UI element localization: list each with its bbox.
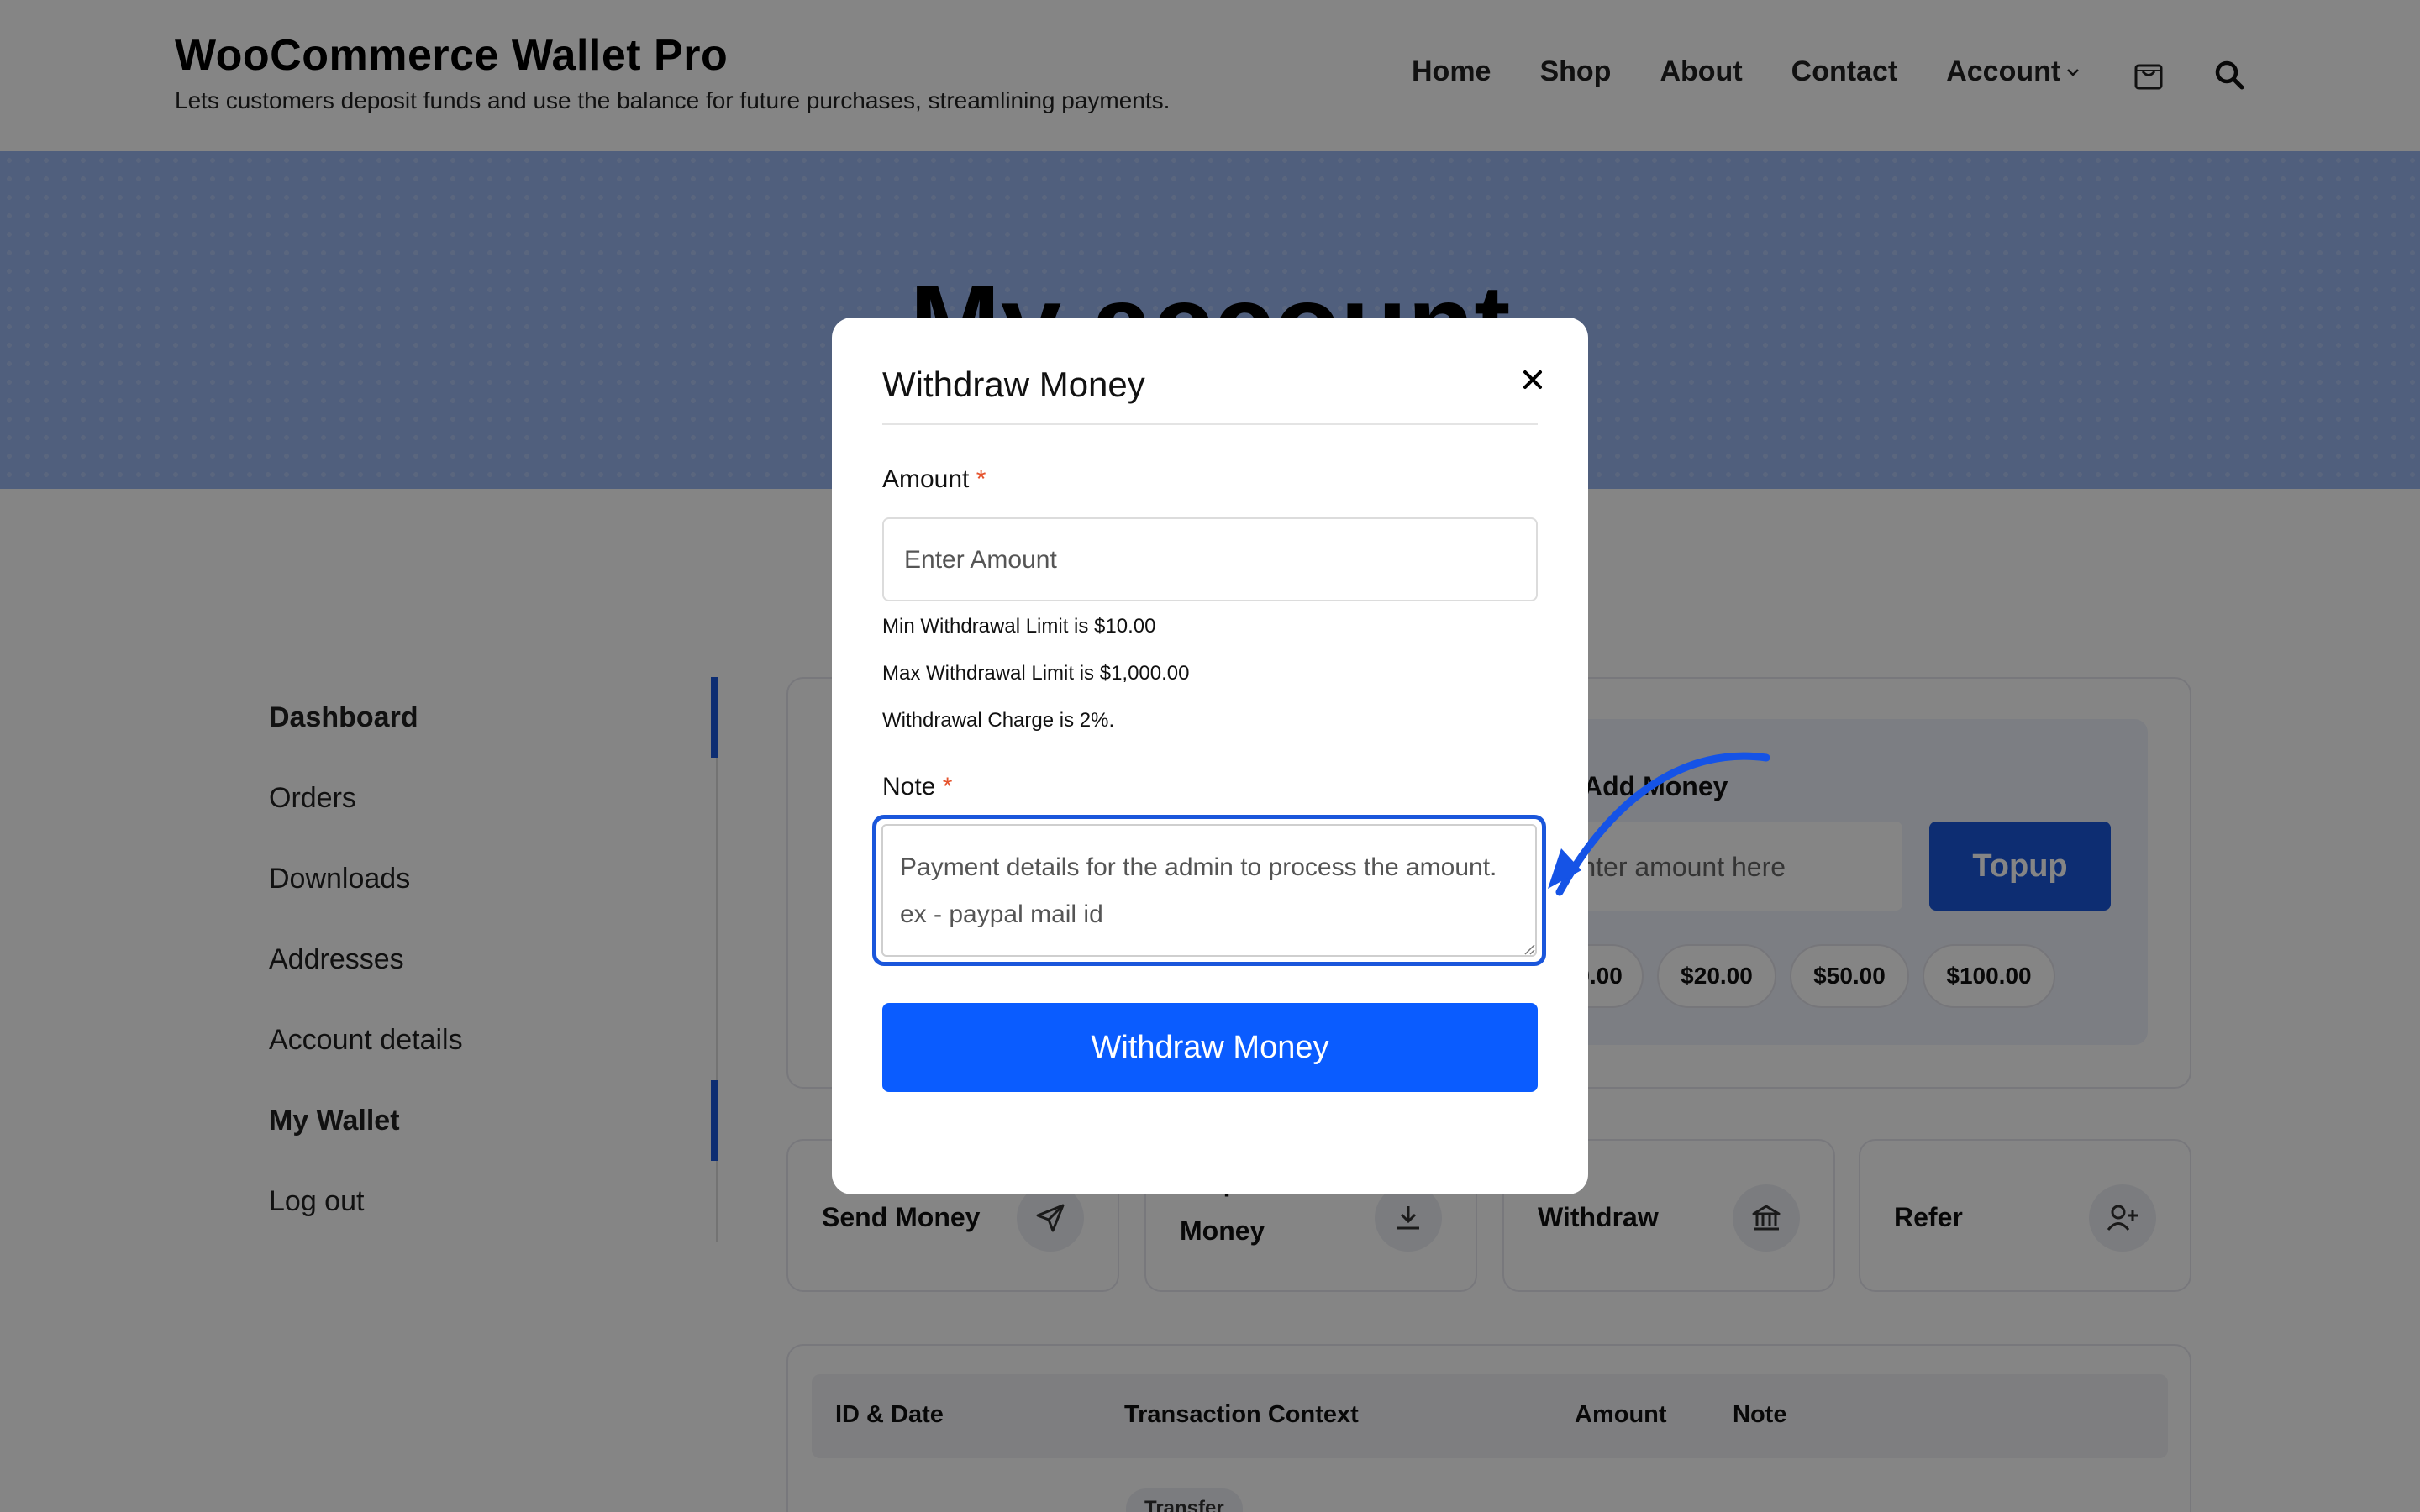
resize-handle-icon[interactable] [1522, 942, 1535, 955]
note-focus-ring: Payment details for the admin to process… [872, 815, 1546, 966]
min-limit-text: Min Withdrawal Limit is $10.00 [882, 615, 1156, 638]
charge-text: Withdrawal Charge is 2%. [882, 709, 1115, 732]
withdraw-money-button[interactable]: Withdraw Money [882, 1003, 1538, 1092]
withdraw-modal: Withdraw Money Amount * Enter Amount Min… [832, 318, 1588, 1194]
required-mark: * [942, 773, 953, 801]
amount-input[interactable]: Enter Amount [882, 517, 1538, 601]
amount-label-text: Amount [882, 465, 970, 493]
required-mark: * [976, 465, 986, 493]
note-label: Note * [882, 773, 952, 801]
note-label-text: Note [882, 773, 936, 801]
page: WooCommerce Wallet Pro Lets customers de… [0, 0, 2420, 1512]
max-limit-text: Max Withdrawal Limit is $1,000.00 [882, 662, 1190, 685]
close-icon[interactable] [1514, 361, 1551, 398]
modal-title: Withdraw Money [882, 365, 1145, 404]
note-textarea[interactable]: Payment details for the admin to process… [881, 824, 1537, 957]
callout-arrow-icon [1548, 752, 1770, 896]
modal-divider [882, 423, 1538, 425]
amount-label: Amount * [882, 465, 986, 494]
